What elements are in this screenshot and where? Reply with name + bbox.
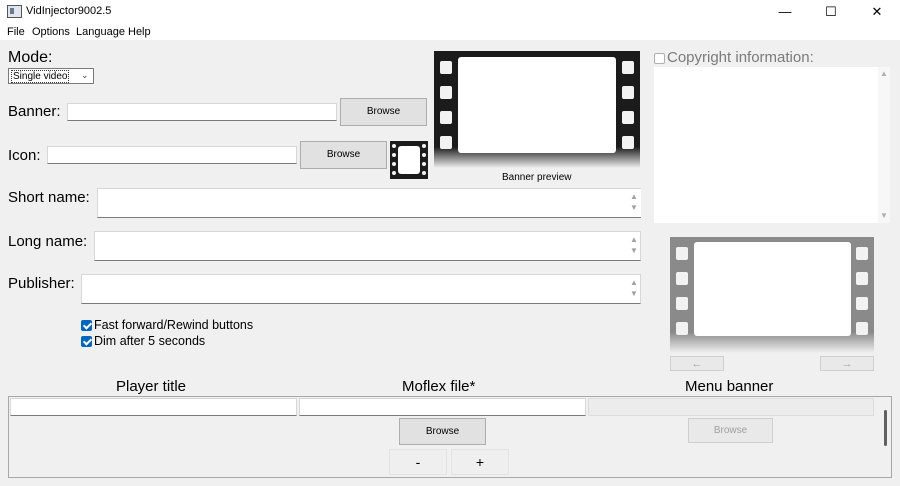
publisher-input[interactable] (81, 274, 641, 304)
icon-path-input[interactable] (47, 146, 297, 164)
menu-banner-browse-button[interactable]: Browse (688, 418, 773, 443)
mode-select-value: Single video (11, 70, 70, 83)
dim-checkbox[interactable] (81, 336, 92, 347)
add-row-button[interactable]: + (451, 449, 509, 475)
copyright-label: Copyright information: (667, 49, 814, 66)
menu-language[interactable]: Language (76, 26, 125, 38)
header-moflex-file: Moflex file* (402, 378, 476, 395)
short-name-scrollbar[interactable]: ▲ ▼ (628, 191, 640, 213)
ffrw-label: Fast forward/Rewind buttons (94, 318, 254, 332)
dim-label: Dim after 5 seconds (94, 334, 206, 348)
publisher-label: Publisher: (8, 275, 75, 292)
app-icon (7, 5, 22, 18)
menu-banner-preview (670, 237, 874, 353)
copyright-textarea[interactable] (654, 67, 878, 223)
banner-preview-label: Banner preview (502, 172, 572, 183)
icon-browse-button[interactable]: Browse (300, 141, 387, 169)
maximize-button[interactable]: ☐ (808, 0, 854, 24)
banner-browse-button[interactable]: Browse (340, 98, 427, 126)
long-name-scrollbar[interactable]: ▲ ▼ (628, 234, 640, 256)
short-name-input[interactable] (97, 188, 641, 218)
mode-label: Mode: (8, 49, 53, 66)
minimize-button[interactable]: — (762, 0, 808, 24)
ffrw-checkbox[interactable] (81, 320, 92, 331)
banner-label: Banner: (8, 103, 61, 120)
icon-preview (390, 141, 428, 179)
short-name-label: Short name: (8, 189, 90, 206)
close-button[interactable]: ✕ (854, 0, 900, 24)
chevron-down-icon: ⌄ (81, 70, 89, 80)
moflex-browse-button[interactable]: Browse (399, 418, 486, 445)
banner-path-input[interactable] (67, 103, 337, 121)
player-title-input[interactable] (10, 398, 297, 416)
copyright-scrollbar[interactable]: ▲ ▼ (878, 67, 890, 223)
long-name-input[interactable] (94, 231, 641, 261)
icon-label: Icon: (8, 147, 41, 164)
header-player-title: Player title (116, 378, 187, 395)
menu-file[interactable]: File (7, 26, 25, 38)
prev-button[interactable]: ← (670, 356, 724, 371)
long-name-label: Long name: (8, 233, 88, 250)
menu-options[interactable]: Options (32, 26, 70, 38)
publisher-scrollbar[interactable]: ▲ ▼ (628, 277, 640, 299)
window-title: VidInjector9002.5 (26, 5, 112, 17)
menu-help[interactable]: Help (128, 26, 151, 38)
copyright-checkbox[interactable] (654, 53, 665, 64)
mode-select[interactable]: Single video ⌄ (8, 68, 94, 84)
next-button[interactable]: → (820, 356, 874, 371)
list-scrollbar[interactable] (884, 410, 887, 446)
remove-row-button[interactable]: - (389, 449, 447, 475)
moflex-file-input[interactable] (299, 398, 586, 416)
banner-preview (434, 51, 640, 168)
menu-banner-field (588, 398, 874, 416)
header-menu-banner: Menu banner (685, 378, 774, 395)
